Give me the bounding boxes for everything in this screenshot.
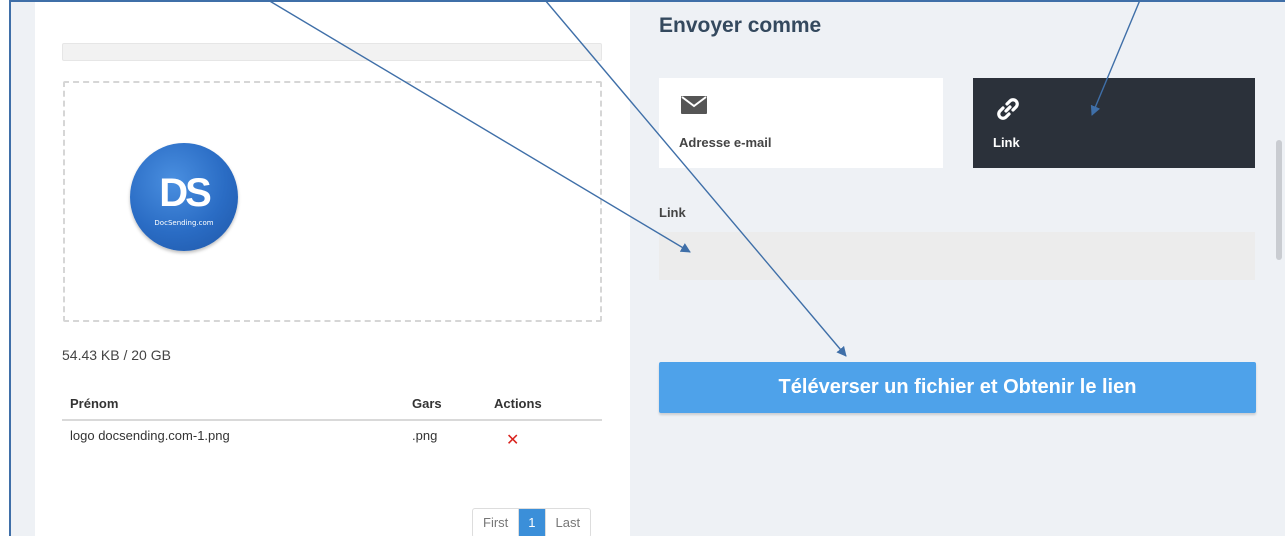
scrollbar-thumb[interactable]: [1276, 140, 1282, 260]
link-icon: [995, 96, 1021, 127]
docsending-logo: DS DocSending.com: [130, 143, 238, 251]
link-input[interactable]: [659, 232, 1255, 280]
pagination: First 1 Last: [472, 508, 592, 536]
pagination-last[interactable]: Last: [546, 509, 591, 536]
file-name: logo docsending.com-1.png: [70, 428, 230, 443]
upload-progress-bar: [62, 43, 602, 61]
left-gutter: [11, 2, 35, 536]
envelope-icon: [681, 96, 707, 119]
table-header: Prénom Gars Actions: [62, 389, 602, 421]
option-email[interactable]: Adresse e-mail: [659, 78, 943, 168]
option-link-label: Link: [993, 135, 1020, 150]
pagination-page[interactable]: 1: [519, 509, 546, 536]
pagination-first[interactable]: First: [473, 509, 520, 536]
logo-mark: DS: [159, 171, 212, 215]
upload-get-link-button[interactable]: Téléverser un fichier et Obtenir le lien: [659, 362, 1256, 413]
file-type: .png: [412, 428, 438, 443]
logo-subtext: DocSending.com: [154, 219, 214, 227]
option-email-label: Adresse e-mail: [679, 135, 772, 150]
storage-quota: 54.43 KB / 20 GB: [62, 347, 171, 363]
scrollbar-track[interactable]: [1273, 2, 1285, 536]
link-field-label: Link: [659, 205, 686, 220]
send-as-title: Envoyer comme: [659, 14, 822, 37]
option-link[interactable]: Link: [973, 78, 1255, 168]
close-icon[interactable]: ✕: [506, 430, 519, 450]
file-table: Prénom Gars Actions logo docsending.com-…: [62, 389, 602, 457]
header-actions: Actions: [494, 396, 542, 411]
header-name: Prénom: [70, 396, 119, 411]
header-type: Gars: [412, 396, 442, 411]
table-row: logo docsending.com-1.png .png ✕: [62, 421, 602, 457]
